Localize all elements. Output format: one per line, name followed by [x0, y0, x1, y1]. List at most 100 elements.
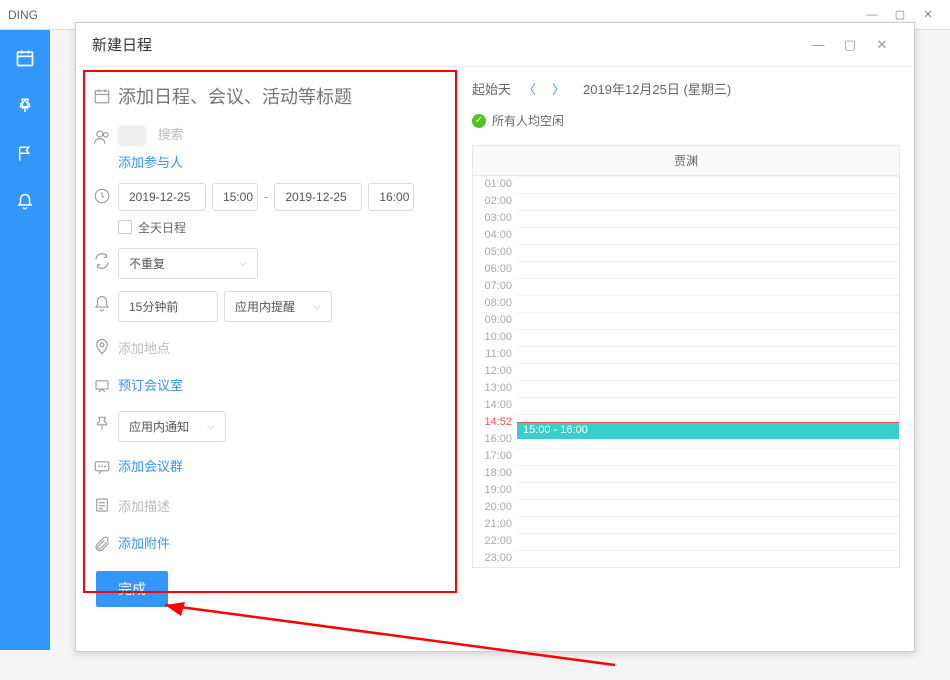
submit-button[interactable]: 完成: [96, 571, 168, 607]
dialog-maximize-button[interactable]: ▢: [834, 31, 866, 59]
timeline-column-header: 贾渊: [473, 146, 899, 176]
time-label: 03:00: [473, 210, 517, 227]
time-label: 11:00: [473, 346, 517, 363]
left-rail: [0, 30, 50, 650]
grid-row: [517, 482, 899, 499]
time-label: 14:00: [473, 397, 517, 414]
start-day-label: 起始天: [472, 79, 511, 98]
chevron-down-icon: ⌵: [207, 421, 215, 432]
time-label: 04:00: [473, 227, 517, 244]
dialog-title: 新建日程: [92, 34, 152, 55]
grid-row: [517, 176, 899, 193]
grid-row: [517, 210, 899, 227]
form-area: 搜索 添加参与人 2019-12-25 15:00 - 20: [76, 67, 464, 652]
participants-icon: [86, 124, 118, 146]
next-day-button[interactable]: 〉: [548, 79, 569, 98]
add-attachment-link[interactable]: 添加附件: [118, 533, 170, 552]
time-label: 19:00: [473, 482, 517, 499]
location-input[interactable]: 添加地点: [118, 334, 450, 361]
rail-pin-icon[interactable]: [15, 96, 35, 116]
dialog-header: 新建日程 — ▢ ✕: [76, 23, 914, 67]
check-icon: ✓: [472, 114, 486, 128]
grid-row: [517, 465, 899, 482]
grid-row: [517, 312, 899, 329]
grid-row: [517, 533, 899, 550]
chevron-down-icon: ⌵: [313, 301, 321, 312]
title-input[interactable]: [118, 83, 450, 112]
time-label: 01:00: [473, 176, 517, 193]
location-icon: [86, 334, 118, 356]
grid-row: [517, 278, 899, 295]
time-label: 12:00: [473, 363, 517, 380]
time-label: 02:00: [473, 193, 517, 210]
end-date-input[interactable]: 2019-12-25: [274, 183, 362, 211]
time-label: 22:00: [473, 533, 517, 550]
rail-bell-icon[interactable]: [15, 192, 35, 212]
start-time-input[interactable]: 15:00: [212, 183, 258, 211]
timeline: 贾渊 01:0002:0003:0004:0005:0006:0007:0008…: [472, 145, 900, 568]
event-block[interactable]: 15:00 - 16:00: [517, 423, 899, 439]
window-title: DING: [8, 8, 38, 22]
preview-date: 2019年12月25日 (星期三): [583, 79, 731, 98]
time-label: 09:00: [473, 312, 517, 329]
time-label: 08:00: [473, 295, 517, 312]
reminder-mode-select[interactable]: 应用内提醒 ⌵: [224, 291, 332, 322]
time-label: 18:00: [473, 465, 517, 482]
time-label: 14:52: [473, 414, 517, 431]
grid-row: [517, 244, 899, 261]
bell-icon: [86, 291, 118, 313]
chevron-down-icon: ⌵: [239, 258, 247, 269]
timeline-preview: 起始天 〈 〉 2019年12月25日 (星期三) ✓ 所有人均空闲 贾渊 01…: [464, 67, 914, 652]
grid-row: [517, 227, 899, 244]
dialog-close-button[interactable]: ✕: [866, 31, 898, 59]
time-label: 06:00: [473, 261, 517, 278]
rail-calendar-icon[interactable]: [15, 48, 35, 68]
all-day-label: 全天日程: [138, 219, 186, 236]
time-label: 16:00: [473, 431, 517, 448]
grid-row: [517, 550, 899, 567]
participant-search[interactable]: 搜索: [158, 127, 184, 142]
time-label: 21:00: [473, 516, 517, 533]
time-label: 20:00: [473, 499, 517, 516]
grid-row: [517, 329, 899, 346]
grid-row: [517, 363, 899, 380]
time-label: 10:00: [473, 329, 517, 346]
grid-row: [517, 397, 899, 414]
grid-row: [517, 261, 899, 278]
calendar-icon: [86, 83, 118, 105]
description-input[interactable]: 添加描述: [118, 492, 450, 519]
attachment-icon: [86, 531, 118, 553]
clock-icon: [86, 183, 118, 205]
repeat-icon: [86, 248, 118, 270]
grid-row: [517, 193, 899, 210]
availability-text: 所有人均空闲: [492, 112, 564, 129]
pin-icon: [86, 411, 118, 433]
grid-row: [517, 499, 899, 516]
add-group-link[interactable]: 添加会议群: [118, 456, 183, 475]
avatar: [118, 126, 146, 146]
now-indicator: [517, 422, 899, 423]
grid-row: [517, 380, 899, 397]
book-room-link[interactable]: 预订会议室: [118, 375, 183, 394]
new-schedule-dialog: 新建日程 — ▢ ✕: [75, 22, 915, 652]
date-separator: -: [264, 189, 268, 204]
dialog-minimize-button[interactable]: —: [802, 31, 834, 59]
grid-row: [517, 295, 899, 312]
grid-row: [517, 516, 899, 533]
repeat-select[interactable]: 不重复 ⌵: [118, 248, 258, 279]
prev-day-button[interactable]: 〈: [519, 79, 540, 98]
room-icon: [86, 373, 118, 395]
description-icon: [86, 492, 118, 514]
add-participant-link[interactable]: 添加参与人: [118, 152, 183, 171]
time-label: 05:00: [473, 244, 517, 261]
end-time-input[interactable]: 16:00: [368, 183, 414, 211]
time-label: 07:00: [473, 278, 517, 295]
all-day-checkbox[interactable]: [118, 220, 132, 234]
grid-row: [517, 346, 899, 363]
outer-close-button[interactable]: ✕: [914, 5, 942, 25]
grid-row: [517, 448, 899, 465]
rail-flag-icon[interactable]: [15, 144, 35, 164]
start-date-input[interactable]: 2019-12-25: [118, 183, 206, 211]
notify-mode-select[interactable]: 应用内通知 ⌵: [118, 411, 226, 442]
reminder-time-select[interactable]: 15分钟前: [118, 291, 218, 322]
